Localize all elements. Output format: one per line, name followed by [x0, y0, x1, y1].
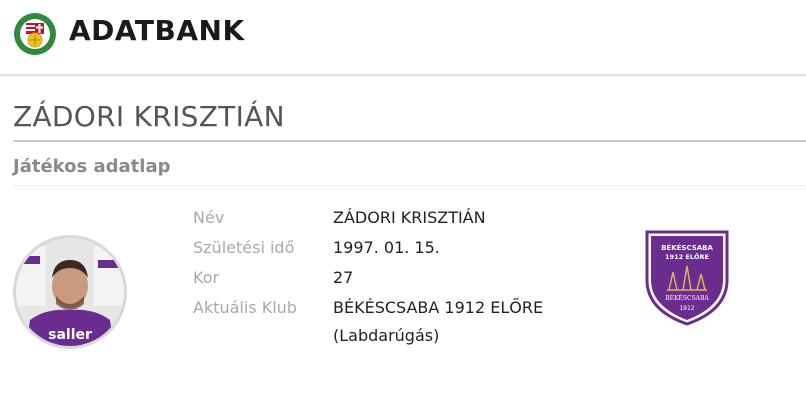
club-label: Aktuális Klub: [193, 298, 297, 317]
crest-year: 1912: [679, 305, 694, 312]
bekescsaba-club-crest-icon[interactable]: BÉKÉSCSABA 1912 ELŐRE BÉKÉSCSABA 1912: [643, 228, 731, 326]
crest-text-low: BÉKÉSCSABA: [665, 294, 709, 302]
subtitle-divider: [13, 185, 806, 186]
player-photo-image: saller: [16, 238, 124, 346]
section-subtitle: Játékos adatlap: [13, 156, 171, 177]
club-sport-value: (Labdarúgás): [333, 326, 440, 345]
crest-text-mid: 1912 ELŐRE: [665, 252, 709, 261]
title-divider: [13, 140, 806, 142]
svg-text:saller: saller: [48, 327, 92, 343]
hungarian-football-federation-crest-icon[interactable]: [13, 12, 57, 56]
name-value: ZÁDORI KRISZTIÁN: [333, 208, 486, 227]
birthdate-label: Születési idő: [193, 238, 295, 257]
birthdate-value: 1997. 01. 15.: [333, 238, 440, 257]
age-value: 27: [333, 268, 354, 287]
page-title: ZÁDORI KRISZTIÁN: [13, 100, 285, 133]
player-photo: saller: [13, 235, 127, 349]
age-label: Kor: [193, 268, 220, 287]
brand-title[interactable]: ADATBANK: [69, 14, 245, 47]
top-bar: ADATBANK: [0, 0, 806, 76]
name-label: Név: [193, 208, 225, 227]
crest-text-top: BÉKÉSCSABA: [661, 243, 713, 252]
club-value[interactable]: BÉKÉSCSABA 1912 ELŐRE: [333, 296, 633, 320]
